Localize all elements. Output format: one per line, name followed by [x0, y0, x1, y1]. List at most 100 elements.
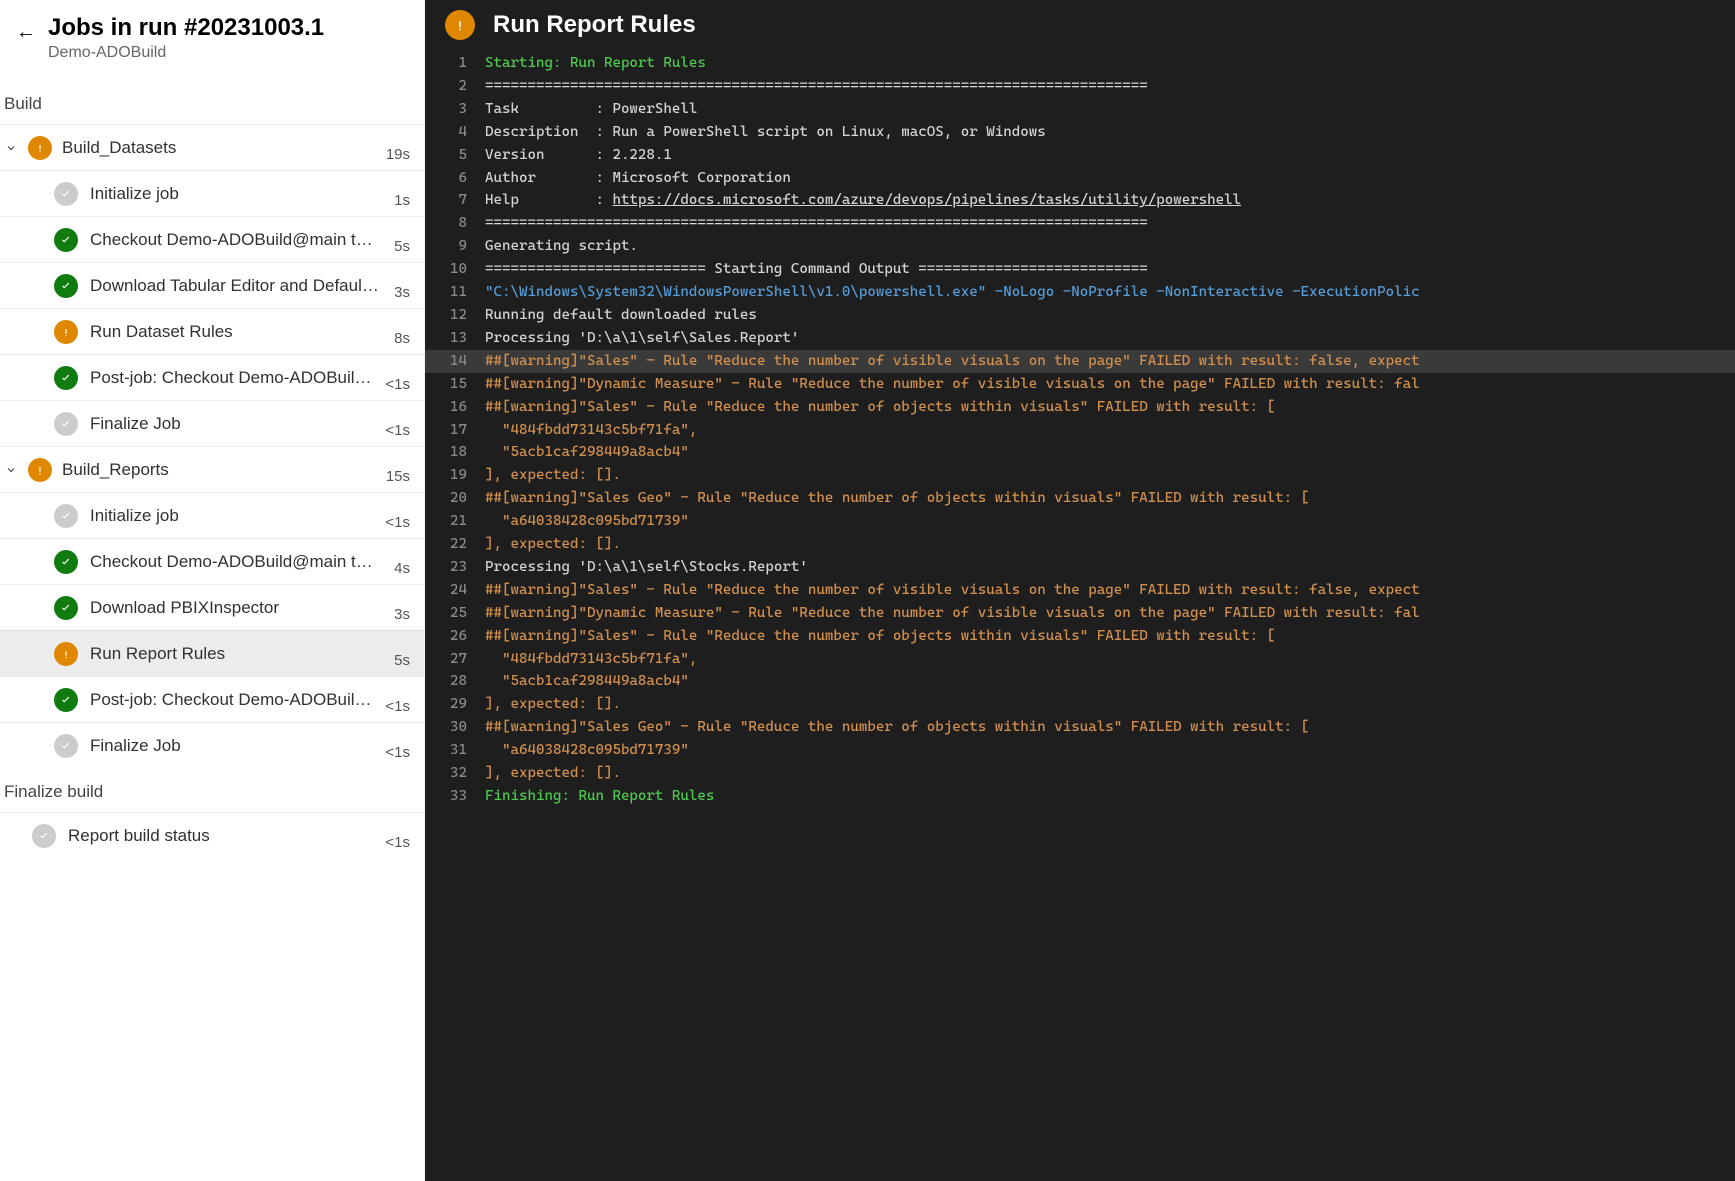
log-body[interactable]: 1Starting: Run Report Rules2============… [425, 52, 1735, 1181]
step-row[interactable]: Post-job: Checkout Demo-ADOBuild@main to… [0, 676, 424, 722]
line-number: 14 [425, 350, 485, 373]
step-label: Checkout Demo-ADOBuild@main to s/self [90, 552, 382, 572]
log-line[interactable]: 15##[warning]"Dynamic Measure" - Rule "R… [425, 373, 1735, 396]
step-duration: 3s [394, 270, 410, 301]
log-line[interactable]: 11"C:\Windows\System32\WindowsPowerShell… [425, 281, 1735, 304]
warning-icon [445, 10, 475, 40]
step-row[interactable]: Finalize Job <1s [0, 722, 424, 768]
log-line[interactable]: 22], expected: []. [425, 533, 1735, 556]
step-duration: <1s [385, 730, 410, 761]
line-content: Help : https://docs.microsoft.com/azure/… [485, 189, 1735, 212]
log-line[interactable]: 26##[warning]"Sales" - Rule "Reduce the … [425, 625, 1735, 648]
log-line[interactable]: 25##[warning]"Dynamic Measure" - Rule "R… [425, 602, 1735, 625]
sidebar-header: ← Jobs in run #20231003.1 Demo-ADOBuild [0, 0, 424, 80]
line-content: ========================================… [485, 75, 1735, 98]
warning-icon [28, 458, 52, 482]
log-line[interactable]: 13Processing 'D:\a\1\self\Sales.Report' [425, 327, 1735, 350]
chevron-down-icon [4, 142, 18, 154]
line-number: 13 [425, 327, 485, 350]
log-line[interactable]: 3Task : PowerShell [425, 98, 1735, 121]
log-line[interactable]: 29], expected: []. [425, 693, 1735, 716]
step-row[interactable]: Run Dataset Rules8s [0, 308, 424, 354]
step-label: Finalize Job [90, 414, 373, 434]
line-number: 17 [425, 419, 485, 442]
line-content: Processing 'D:\a\1\self\Stocks.Report' [485, 556, 1735, 579]
skipped-icon [54, 504, 78, 528]
log-line[interactable]: 2=======================================… [425, 75, 1735, 98]
line-content: "a64038428c095bd71739" [485, 739, 1735, 762]
line-content: ========================================… [485, 212, 1735, 235]
log-line[interactable]: 7Help : https://docs.microsoft.com/azure… [425, 189, 1735, 212]
step-row[interactable]: Initialize job<1s [0, 492, 424, 538]
success-icon [54, 366, 78, 390]
warning-icon [54, 642, 78, 666]
log-line[interactable]: 14##[warning]"Sales" - Rule "Reduce the … [425, 350, 1735, 373]
log-line[interactable]: 21 "a64038428c095bd71739" [425, 510, 1735, 533]
line-content: ], expected: []. [485, 533, 1735, 556]
log-line[interactable]: 6Author : Microsoft Corporation [425, 167, 1735, 190]
log-line[interactable]: 20##[warning]"Sales Geo" - Rule "Reduce … [425, 487, 1735, 510]
step-duration: <1s [385, 684, 410, 715]
log-line[interactable]: 16##[warning]"Sales" - Rule "Reduce the … [425, 396, 1735, 419]
step-duration: 8s [394, 316, 410, 347]
log-line[interactable]: 32], expected: []. [425, 762, 1735, 785]
step-duration: <1s [385, 500, 410, 531]
log-line[interactable]: 18 "5acb1caf298449a8acb4" [425, 441, 1735, 464]
job-label: Build_Datasets [62, 138, 376, 158]
log-line[interactable]: 1Starting: Run Report Rules [425, 52, 1735, 75]
step-duration: 3s [394, 592, 410, 623]
log-line[interactable]: 10========================== Starting Co… [425, 258, 1735, 281]
step-label: Initialize job [90, 184, 382, 204]
skipped-icon [54, 412, 78, 436]
step-row[interactable]: Download Tabular Editor and Default Rule… [0, 262, 424, 308]
line-content: Author : Microsoft Corporation [485, 167, 1735, 190]
back-button[interactable]: ← [16, 14, 36, 42]
log-line[interactable]: 28 "5acb1caf298449a8acb4" [425, 670, 1735, 693]
step-duration: 5s [394, 638, 410, 669]
step-row[interactable]: Download PBIXInspector3s [0, 584, 424, 630]
line-number: 31 [425, 739, 485, 762]
finalize-step[interactable]: Report build status <1s [0, 812, 424, 858]
log-header: Run Report Rules [425, 0, 1735, 52]
log-line[interactable]: 12Running default downloaded rules [425, 304, 1735, 327]
log-line[interactable]: 31 "a64038428c095bd71739" [425, 739, 1735, 762]
line-content: ], expected: []. [485, 762, 1735, 785]
step-label: Post-job: Checkout Demo-ADOBuild@main to… [90, 368, 373, 388]
line-number: 22 [425, 533, 485, 556]
job-row[interactable]: Build_Datasets 19s [0, 124, 424, 170]
success-icon [54, 228, 78, 252]
line-number: 12 [425, 304, 485, 327]
step-label: Checkout Demo-ADOBuild@main to s/self [90, 230, 382, 250]
log-line[interactable]: 23Processing 'D:\a\1\self\Stocks.Report' [425, 556, 1735, 579]
log-line[interactable]: 19], expected: []. [425, 464, 1735, 487]
step-row[interactable]: Finalize Job<1s [0, 400, 424, 446]
log-line[interactable]: 9Generating script. [425, 235, 1735, 258]
line-number: 29 [425, 693, 485, 716]
line-number: 2 [425, 75, 485, 98]
warning-icon [28, 136, 52, 160]
log-line[interactable]: 30##[warning]"Sales Geo" - Rule "Reduce … [425, 716, 1735, 739]
log-line[interactable]: 4Description : Run a PowerShell script o… [425, 121, 1735, 144]
job-duration: 19s [386, 132, 410, 163]
skipped-icon [32, 824, 56, 848]
step-label: Download Tabular Editor and Default Rule… [90, 276, 382, 296]
step-row[interactable]: Initialize job1s [0, 170, 424, 216]
line-number: 11 [425, 281, 485, 304]
step-duration: <1s [385, 362, 410, 393]
line-number: 24 [425, 579, 485, 602]
log-line[interactable]: 27 "484fbdd73143c5bf71fa", [425, 648, 1735, 671]
step-label: Finalize Job [90, 736, 373, 756]
line-number: 33 [425, 785, 485, 808]
step-row[interactable]: Run Report Rules5s [0, 630, 424, 676]
line-number: 4 [425, 121, 485, 144]
step-row[interactable]: Checkout Demo-ADOBuild@main to s/self4s [0, 538, 424, 584]
success-icon [54, 688, 78, 712]
step-row[interactable]: Post-job: Checkout Demo-ADOBuild@main to… [0, 354, 424, 400]
log-line[interactable]: 5Version : 2.228.1 [425, 144, 1735, 167]
log-line[interactable]: 24##[warning]"Sales" - Rule "Reduce the … [425, 579, 1735, 602]
log-line[interactable]: 33Finishing: Run Report Rules [425, 785, 1735, 808]
log-line[interactable]: 8=======================================… [425, 212, 1735, 235]
job-row[interactable]: Build_Reports15s [0, 446, 424, 492]
step-row[interactable]: Checkout Demo-ADOBuild@main to s/self5s [0, 216, 424, 262]
log-line[interactable]: 17 "484fbdd73143c5bf71fa", [425, 419, 1735, 442]
